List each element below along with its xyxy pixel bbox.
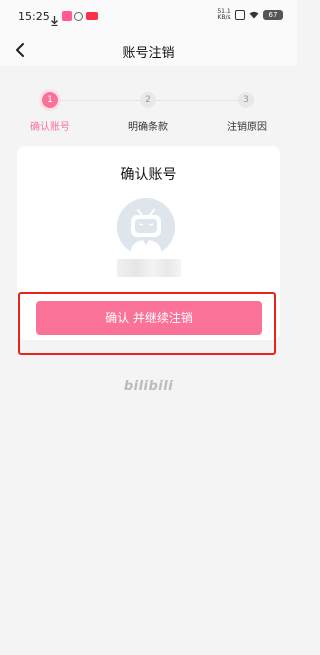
- download-icon: [51, 11, 58, 27]
- highlight-annotation: [18, 292, 276, 355]
- bilibili-logo: bilibili: [123, 379, 174, 394]
- status-bar: 15:25 51.1 KB/s 67: [0, 0, 297, 34]
- app-notification-icon: [62, 11, 72, 21]
- nfc-icon: [235, 10, 245, 20]
- username-blurred: [117, 259, 181, 277]
- card-title: 确认账号: [120, 167, 177, 183]
- app-badge-icon: [86, 12, 98, 20]
- step-connector: [58, 100, 140, 101]
- step-1-indicator: 1: [42, 92, 58, 108]
- status-time: 15:25: [18, 10, 50, 23]
- network-speed-unit: KB/s: [217, 14, 231, 21]
- status-right-group: 51.1 KB/s 67: [217, 9, 283, 21]
- step-2-indicator: 2: [140, 92, 156, 108]
- network-speed: 51.1 KB/s: [217, 9, 231, 21]
- page-title: 账号注销: [122, 46, 175, 61]
- progress-stepper: 1 2 3 确认账号 明确条款 注销原因: [0, 66, 297, 140]
- step-3-indicator: 3: [238, 92, 254, 108]
- avatar: [117, 198, 175, 256]
- step-connector: [156, 100, 238, 101]
- sync-icon: [74, 12, 83, 21]
- nav-bar: 账号注销: [0, 34, 297, 66]
- step-1-label: 确认账号: [30, 122, 70, 133]
- battery-icon: 67: [263, 10, 283, 20]
- wifi-icon: [249, 11, 259, 19]
- default-avatar-icon: [117, 198, 175, 256]
- step-3-label: 注销原因: [227, 122, 267, 133]
- step-2-label: 明确条款: [128, 122, 168, 133]
